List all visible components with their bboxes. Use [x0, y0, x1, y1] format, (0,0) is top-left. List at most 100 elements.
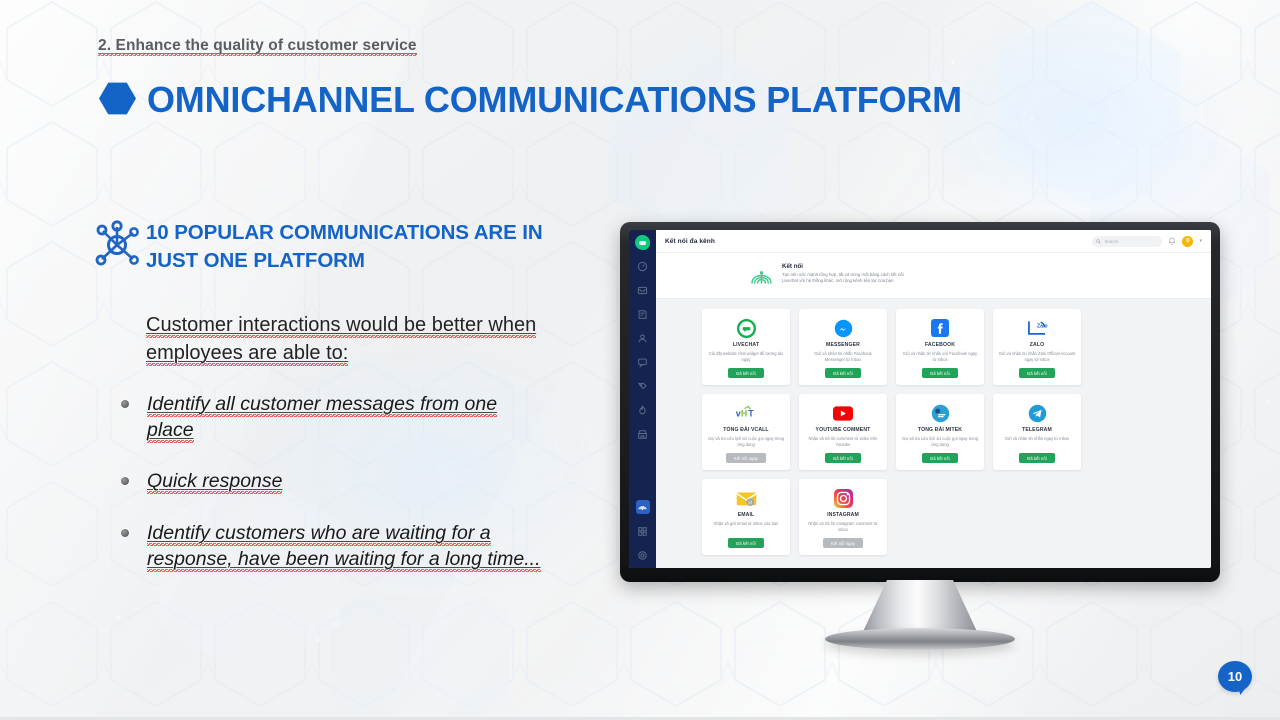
instagram-icon — [833, 488, 853, 508]
notification-bell-icon[interactable] — [1168, 237, 1176, 246]
benefit-bullet-list: Identify all customer messages from one … — [118, 392, 548, 573]
connect-banner: Kết nối Tạo nên sức mạnh tổng hợp, tất c… — [656, 253, 1211, 299]
svg-text:@: @ — [747, 500, 752, 505]
channel-name: EMAIL — [737, 512, 755, 518]
channel-card-instagram[interactable]: INSTAGRAM Nhận và trả lời Instagram comm… — [799, 479, 887, 555]
sidebar-item-chat[interactable] — [636, 355, 650, 369]
page-number-label: 10 — [1227, 669, 1243, 684]
network-nodes-icon — [95, 220, 139, 266]
channel-card-livechat[interactable]: LIVECHAT Cài đặt website chat widget để … — [702, 309, 790, 385]
slide-canvas: 2. Enhance the quality of customer servi… — [0, 0, 1280, 720]
channel-card-facebook[interactable]: FACEBOOK Gửi và nhận tin nhắn với Facebo… — [896, 309, 984, 385]
channel-connect-button[interactable]: Đã kết nối — [728, 368, 764, 378]
list-item: Identify customers who are waiting for a… — [118, 521, 548, 572]
sidebar-item-apps[interactable] — [636, 524, 650, 538]
list-item-label: Identify all customer messages from one … — [147, 393, 498, 443]
connect-banner-line2: Livechat với hệ thống khác, mở rộng kênh… — [782, 278, 894, 284]
channel-desc: Cài đặt website chat widget để tương tác… — [708, 351, 784, 363]
left-lead-text-inner: Customer interactions would be better wh… — [146, 314, 537, 366]
channel-grid: LIVECHAT Cài đặt website chat widget để … — [702, 309, 1211, 555]
facebook-icon — [931, 318, 949, 338]
messenger-icon — [834, 318, 853, 338]
slide-eyebrow-text: 2. Enhance the quality of customer servi… — [98, 37, 417, 56]
left-lead-text: Customer interactions would be better wh… — [146, 311, 546, 367]
channel-connect-button[interactable]: Đã kết nối — [922, 368, 958, 378]
app-main-area: Kết nối đa kênh Search D ▾ Kết nối Tạo n… — [656, 230, 1211, 568]
channel-name: TELEGRAM — [1022, 427, 1052, 433]
channel-connect-button[interactable]: Đã kết nối — [922, 453, 958, 463]
sidebar-item-contacts[interactable] — [636, 331, 650, 345]
channel-grid-wrapper: LIVECHAT Cài đặt website chat widget để … — [656, 299, 1211, 568]
list-item: Quick response — [118, 469, 548, 495]
app-header-title: Kết nối đa kênh — [665, 237, 715, 245]
avatar[interactable]: D — [1182, 235, 1194, 247]
youtube-icon — [833, 403, 853, 423]
sidebar-item-connect[interactable] — [635, 500, 650, 514]
broadcast-icon — [751, 271, 772, 284]
channel-name: MESSENGER — [826, 342, 860, 348]
channel-name: LIVECHAT — [732, 342, 760, 348]
sidebar-item-settings[interactable] — [636, 548, 650, 562]
channel-desc: Gọi và tra cứu lịch sử cuộc gọi ngay tro… — [707, 436, 785, 448]
channel-card-email[interactable]: @ EMAIL Nhận và gửi email từ inbox của b… — [702, 479, 790, 555]
channel-desc: Gửi và nhận tin nhắn ngay từ Inbox — [1004, 436, 1070, 441]
channel-connect-button[interactable]: Kết nối ngay — [823, 538, 863, 548]
bullet-dot-icon — [121, 400, 129, 408]
channel-connect-button[interactable]: Đã kết nối — [825, 453, 861, 463]
list-item-label: Quick response — [147, 470, 283, 495]
sidebar-item-tag[interactable] — [636, 379, 650, 393]
search-input[interactable]: Search — [1092, 235, 1163, 247]
monitor-stand-base — [825, 628, 1015, 650]
list-item: Identify all customer messages from one … — [118, 392, 548, 443]
sidebar-item-inbox[interactable] — [636, 283, 650, 297]
svg-text:H: H — [741, 409, 747, 419]
channel-connect-button[interactable]: Đã kết nối — [1019, 368, 1055, 378]
channel-desc: Nhận và trả lời Instagram comment từ inb… — [808, 521, 878, 533]
channel-card-messenger[interactable]: MESSENGER Gửi và nhận tin nhắn Facebook … — [799, 309, 887, 385]
channel-card-zalo[interactable]: Zalo ZALO Gửi và nhận tin nhắn Zalo Offi… — [993, 309, 1081, 385]
list-item-label: Identify customers who are waiting for a… — [147, 522, 541, 572]
zalo-icon: Zalo — [1026, 318, 1048, 338]
channel-desc: Gửi và nhận tin nhắn với Facebook ngay t… — [902, 351, 978, 363]
channel-connect-button[interactable]: Đã kết nối — [825, 368, 861, 378]
channel-card-telegram[interactable]: TELEGRAM Gửi và nhận tin nhắn ngay từ In… — [993, 394, 1081, 470]
sidebar-item-fire[interactable] — [636, 403, 650, 417]
connect-banner-title: Kết nối — [782, 263, 803, 270]
livechat-icon — [736, 318, 756, 338]
channel-desc: Nhận và gửi email từ inbox của bạn — [713, 521, 779, 526]
channel-connect-button[interactable]: Đã kết nối — [728, 538, 764, 548]
monitor-mockup: Kết nối đa kênh Search D ▾ Kết nối Tạo n… — [620, 222, 1220, 650]
slide-eyebrow: 2. Enhance the quality of customer servi… — [98, 37, 417, 56]
channel-card-youtube-comment[interactable]: YOUTUBE COMMENT Nhận và trả lời comment … — [799, 394, 887, 470]
vht-icon: vHT — [735, 403, 757, 423]
sidebar-item-note[interactable] — [636, 307, 650, 321]
channel-connect-button[interactable]: Đã kết nối — [1019, 453, 1055, 463]
mitek-icon — [931, 403, 950, 423]
email-icon: @ — [735, 488, 757, 508]
left-subheading: 10 POPULAR COMMUNICATIONS ARE IN JUST ON… — [146, 221, 543, 272]
sidebar-item-dashboard[interactable] — [636, 259, 650, 273]
channel-card-tong-dai-mitek[interactable]: TỔNG ĐÀI MITEK Gọi và tra cứu lịch sử cu… — [896, 394, 984, 470]
svg-text:Zalo: Zalo — [1037, 323, 1048, 329]
channel-desc: Gọi và tra cứu lịch sử cuộc gọi ngay tro… — [901, 436, 979, 448]
app-header-actions: Search D ▾ — [1092, 235, 1202, 247]
channel-desc: Gửi và nhận tin nhắn Facebook Messenger … — [814, 351, 872, 363]
page-number-badge: 10 — [1218, 661, 1252, 692]
sidebar-item-store[interactable] — [636, 427, 650, 441]
app-sidebar — [629, 230, 656, 568]
telegram-icon — [1028, 403, 1047, 423]
chevron-down-icon[interactable]: ▾ — [1199, 238, 1202, 244]
svg-text:T: T — [748, 409, 754, 419]
channel-name: ZALO — [1029, 342, 1045, 348]
bullet-dot-icon — [121, 529, 129, 538]
connect-banner-text: Kết nối Tạo nên sức mạnh tổng hợp, tất c… — [782, 262, 904, 285]
channel-card-tong-dai-vcall[interactable]: vHT TỔNG ĐÀI VCALL Gọi và tra cứu lịch s… — [702, 394, 790, 470]
page-title: OMNICHANNEL COMMUNICATIONS PLATFORM — [147, 79, 962, 120]
channel-desc: Gửi và nhận tin nhắn Zalo Official Accou… — [998, 351, 1076, 363]
bullet-dot-icon — [121, 477, 129, 486]
app-logo-icon — [635, 235, 650, 250]
search-placeholder: Search — [1104, 238, 1119, 244]
channel-name: TỔNG ĐÀI VCALL — [723, 427, 769, 433]
channel-connect-button[interactable]: Kết nối ngay — [726, 453, 766, 463]
monitor-screen: Kết nối đa kênh Search D ▾ Kết nối Tạo n… — [629, 230, 1211, 568]
